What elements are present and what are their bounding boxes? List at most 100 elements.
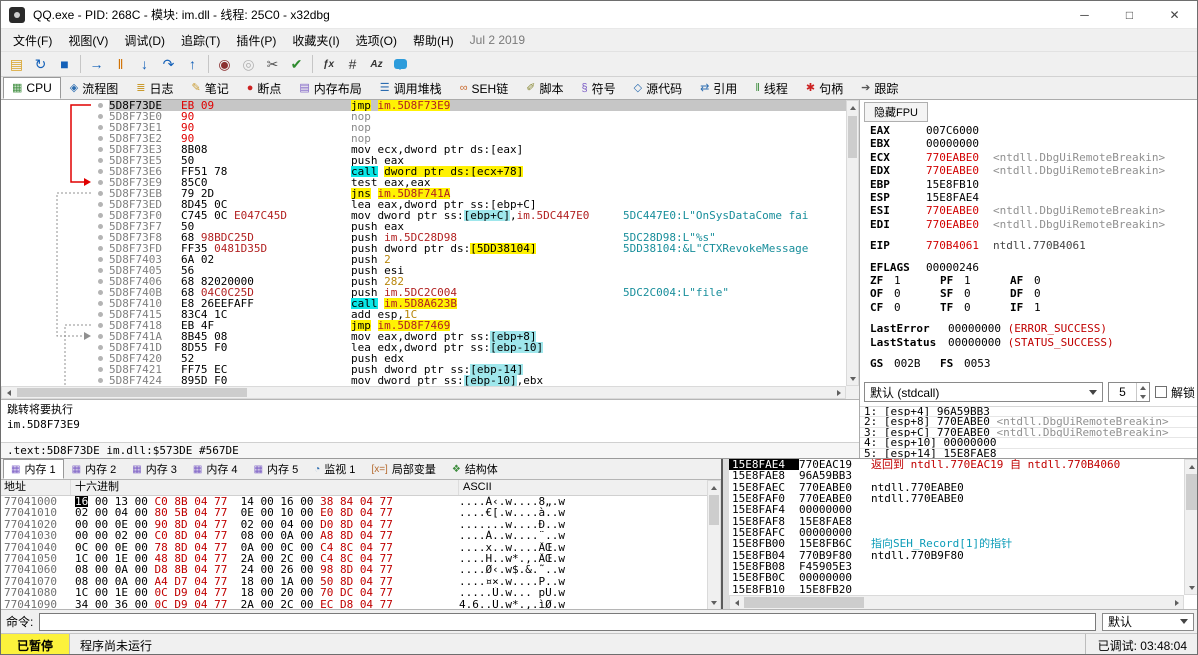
tab-seh[interactable]: ∞SEH链 <box>451 77 518 99</box>
scroll-down-button[interactable] <box>708 596 720 609</box>
stack-row[interactable]: 15E8FB04770B9F80ntdll.770B9F80 <box>729 550 1184 561</box>
register-row[interactable]: CF0TF0IF1 <box>870 301 1197 314</box>
close-button[interactable]: ✕ <box>1152 1 1197 28</box>
stack-row[interactable]: 15E8FB1015E8FB20 <box>729 584 1184 595</box>
unlock-checkbox[interactable]: 解锁 <box>1155 384 1195 401</box>
fx-icon[interactable]: ƒx <box>317 53 340 75</box>
dump-row[interactable]: 7704102000 00 0E 00 90 8D 04 77 02 00 04… <box>1 519 707 530</box>
scroll-right-button[interactable] <box>1170 596 1183 609</box>
command-profile-select[interactable]: 默认 <box>1102 613 1194 631</box>
check-icon[interactable]: ✔ <box>285 53 308 75</box>
scroll-left-button[interactable] <box>730 596 743 609</box>
step-out-icon[interactable]: ↑ <box>181 53 204 75</box>
stack-row[interactable]: 15E8FAF400000000 <box>729 504 1184 515</box>
register-row[interactable]: LastError00000000 (ERROR_SUCCESS) <box>870 322 1197 335</box>
scroll-thumb[interactable] <box>709 495 719 525</box>
scroll-thumb[interactable] <box>848 116 857 158</box>
register-row[interactable]: ESI770EABE0<ntdll.DbgUiRemoteBreakin> <box>870 204 1197 217</box>
dump-row[interactable]: 770410501C 00 1E 00 48 8D 04 77 2A 00 2C… <box>1 553 707 564</box>
convention-select[interactable]: 默认 (stdcall) <box>864 382 1103 402</box>
tab-dump-5[interactable]: ▦内存 5 <box>246 459 307 479</box>
pause-icon[interactable]: ‖ <box>109 53 132 75</box>
command-input[interactable] <box>39 613 1096 631</box>
comment-icon[interactable] <box>389 53 412 75</box>
patch-icon[interactable]: ✂ <box>261 53 284 75</box>
tab-handles[interactable]: ✱句柄 <box>797 77 852 99</box>
tab-threads[interactable]: ‖线程 <box>746 77 797 99</box>
register-row[interactable]: ESP15E8FAE4 <box>870 191 1197 204</box>
register-row[interactable]: EFLAGS00000246 <box>870 261 1197 274</box>
tab-struct[interactable]: ❖结构体 <box>444 459 506 479</box>
scroll-up-button[interactable] <box>1185 460 1198 473</box>
stack-row[interactable]: 15E8FAE4770EAC19返回到 ntdll.770EAC19 自 ntd… <box>729 459 1184 470</box>
menu-item[interactable]: 文件(F) <box>5 29 60 52</box>
tab-script[interactable]: ✐脚本 <box>517 77 572 99</box>
step-over-icon[interactable]: ↷ <box>157 53 180 75</box>
menu-item[interactable]: 插件(P) <box>228 29 284 52</box>
register-row[interactable]: GS002BFS0053 <box>870 357 1197 370</box>
dump-row[interactable]: 7704103000 00 02 00 C0 8D 04 77 08 00 0A… <box>1 530 707 541</box>
tab-watch-1[interactable]: ◔监视 1 <box>306 459 363 479</box>
tab-references[interactable]: ⇄引用 <box>691 77 746 99</box>
stack-row[interactable]: 15E8FAEC770EABE0ntdll.770EABE0 <box>729 482 1184 493</box>
register-row[interactable]: ZF1PF1AF0 <box>870 274 1197 287</box>
stack-row[interactable]: 15E8FAE896A59BB3 <box>729 470 1184 481</box>
tab-dump-2[interactable]: ▦内存 2 <box>64 459 125 479</box>
tab-dump-4[interactable]: ▦内存 4 <box>185 459 246 479</box>
stack-row[interactable]: 15E8FAFC00000000 <box>729 527 1184 538</box>
menu-item[interactable]: 视图(V) <box>60 29 116 52</box>
dump-row[interactable]: 7704100016 00 13 00 C0 8B 04 77 14 00 16… <box>1 496 707 507</box>
run-icon[interactable]: → <box>85 53 108 75</box>
tab-locals[interactable]: [x=]局部变量 <box>363 459 443 479</box>
restart-icon[interactable]: ↻ <box>29 53 52 75</box>
stack-row[interactable]: 15E8FAF815E8FAE8 <box>729 516 1184 527</box>
open-file-icon[interactable]: ▤ <box>5 53 28 75</box>
scroll-up-button[interactable] <box>708 481 720 494</box>
register-row[interactable]: EBX00000000 <box>870 137 1197 150</box>
tab-trace[interactable]: ➔跟踪 <box>852 77 907 99</box>
menu-item[interactable]: 选项(O) <box>348 29 405 52</box>
stack-vertical-scrollbar[interactable] <box>1184 459 1198 595</box>
step-into-icon[interactable]: ↓ <box>133 53 156 75</box>
scroll-thumb[interactable] <box>1186 474 1197 510</box>
minimize-button[interactable]: ─ <box>1062 1 1107 28</box>
scroll-up-button[interactable] <box>847 101 858 114</box>
register-row[interactable]: EIP770B4061ntdll.770B4061 <box>870 239 1197 252</box>
tab-call-stack[interactable]: ☰调用堆栈 <box>371 77 451 99</box>
argument-row[interactable]: 3: [esp+C] 770EABE0 <ntdll.DbgUiRemoteBr… <box>860 428 1197 438</box>
trace-into-icon[interactable]: ◉ <box>213 53 236 75</box>
scroll-thumb[interactable] <box>744 597 864 608</box>
tab-source[interactable]: ◇源代码 <box>625 77 691 99</box>
hide-fpu-button[interactable]: 隐藏FPU <box>864 102 928 122</box>
stack-row[interactable]: 15E8FB0015E8FB6C指向SEH_Record[1]的指针 <box>729 538 1184 549</box>
stack-row[interactable]: 15E8FAF0770EABE0ntdll.770EABE0 <box>729 493 1184 504</box>
tab-dump-3[interactable]: ▦内存 3 <box>124 459 185 479</box>
stack-horizontal-scrollbar[interactable] <box>729 595 1184 610</box>
depth-spinner[interactable]: 5 <box>1108 382 1150 402</box>
register-row[interactable]: EDX770EABE0<ntdll.DbgUiRemoteBreakin> <box>870 164 1197 177</box>
spinner-buttons[interactable] <box>1136 383 1149 401</box>
disasm-row[interactable]: 5D8F7424895D F0mov dword ptr ss:[ebp-10]… <box>1 375 846 386</box>
scroll-left-button[interactable] <box>2 387 15 398</box>
stack-row[interactable]: 15E8FB0C00000000 <box>729 572 1184 583</box>
pane-splitter[interactable] <box>721 459 729 610</box>
tab-graph[interactable]: ◈流程图 <box>61 77 127 99</box>
dump-row[interactable]: 7704101002 00 04 00 80 5B 04 77 0E 00 10… <box>1 507 707 518</box>
menu-item[interactable]: 追踪(T) <box>173 29 228 52</box>
register-row[interactable]: EAX007C6000 <box>870 124 1197 137</box>
tab-symbols[interactable]: §符号 <box>572 77 624 99</box>
register-row[interactable]: LastStatus00000000 (STATUS_SUCCESS) <box>870 336 1197 349</box>
tab-cpu[interactable]: ▦CPU <box>3 77 61 99</box>
tab-dump-1[interactable]: ▦内存 1 <box>3 459 64 479</box>
dump-row[interactable]: 770410400C 00 0E 00 78 8D 04 77 0A 00 0C… <box>1 542 707 553</box>
scroll-down-button[interactable] <box>1185 581 1198 594</box>
stop-icon[interactable]: ■ <box>53 53 76 75</box>
tab-memory-map[interactable]: ▤内存布局 <box>290 77 370 99</box>
argument-row[interactable]: 1: [esp+4] 96A59BB3 <box>860 407 1197 417</box>
tab-log[interactable]: ≣日志 <box>127 77 182 99</box>
trace-over-icon[interactable]: ◎ <box>237 53 260 75</box>
dump-row[interactable]: 770410801C 00 1E 00 0C D9 04 77 18 00 20… <box>1 587 707 598</box>
maximize-button[interactable]: □ <box>1107 1 1152 28</box>
dump-row[interactable]: 7704106008 00 0A 00 D8 8B 04 77 24 00 26… <box>1 564 707 575</box>
tab-breakpoints[interactable]: ●断点 <box>238 77 291 99</box>
